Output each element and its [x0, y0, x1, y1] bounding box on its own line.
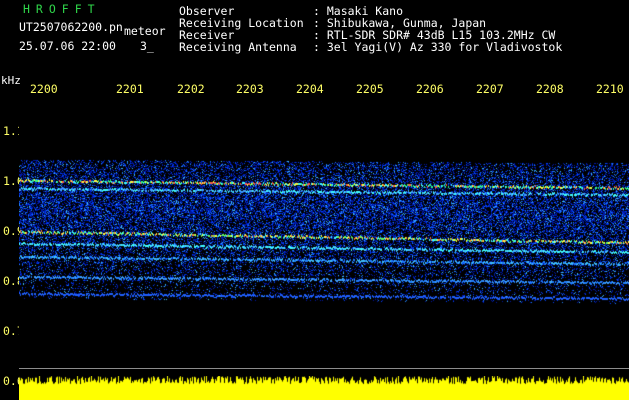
count-label: 3_: [140, 39, 154, 53]
time-tick-2207: 2207: [476, 82, 504, 96]
mode-label: meteor: [124, 24, 166, 38]
header-label-antenna: Receiving Antenna: [179, 40, 297, 54]
amplitude-strip: [19, 376, 629, 400]
time-tick-2200: 2200: [30, 82, 58, 96]
date-time: 25.07.06 22:00: [19, 39, 116, 53]
time-tick-2205: 2205: [356, 82, 384, 96]
time-tick-2202: 2202: [177, 82, 205, 96]
baseline-divider: [19, 368, 629, 369]
header-value-antenna: : 3el Yagi(V) Az 330 for Vladivostok: [313, 40, 563, 54]
time-tick-2201: 2201: [116, 82, 144, 96]
time-tick-2206: 2206: [416, 82, 444, 96]
brand-title: HROFFT: [23, 2, 101, 16]
time-tick-2203: 2203: [236, 82, 264, 96]
time-tick-2208: 2208: [536, 82, 564, 96]
time-tick-2204: 2204: [296, 82, 324, 96]
spectrogram-canvas: [19, 98, 629, 376]
file-name: UT2507062200.pn: [19, 20, 123, 34]
frequency-unit-label: kHz: [1, 74, 21, 87]
time-tick-2210: 2210: [596, 82, 624, 96]
